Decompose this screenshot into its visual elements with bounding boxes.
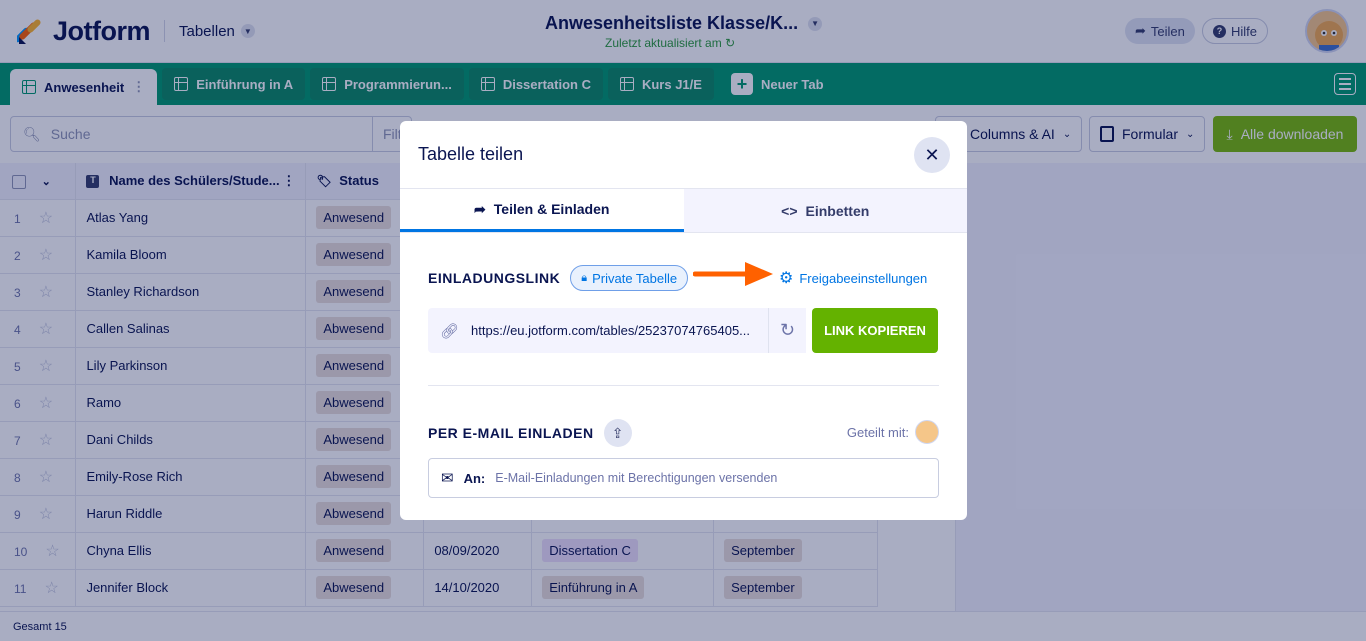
link-icon: 🔗︎: [440, 322, 460, 340]
upload-icon[interactable]: ⇪: [603, 419, 632, 447]
share-settings-link[interactable]: ⚙ Freigabeeinstellungen: [779, 268, 927, 288]
app-root: Jotform Tabellen ▼ Anwesenheitsliste Kla…: [0, 0, 1366, 641]
shared-user-avatar[interactable]: [915, 420, 939, 444]
divider: [428, 385, 939, 386]
share-arrow-icon: ➦: [474, 200, 486, 217]
email-placeholder: E-Mail-Einladungen mit Berechtigungen ve…: [495, 471, 778, 485]
modal-title: Tabelle teilen: [418, 144, 524, 164]
code-icon: <>: [781, 202, 798, 219]
share-table-modal: Tabelle teilen ✕ ➦ Teilen & Einladen <> …: [400, 121, 967, 520]
email-to-label: An:: [463, 470, 486, 486]
tab-embed[interactable]: <> Einbetten: [683, 189, 967, 232]
copy-link-label: LINK KOPIEREN: [824, 323, 926, 338]
invite-link-label: EINLADUNGSLINK: [428, 270, 561, 286]
email-invite-field[interactable]: ✉ An: E-Mail-Einladungen mit Berechtigun…: [428, 458, 939, 498]
shared-with-label: Geteilt mit:: [846, 424, 909, 440]
private-table-badge[interactable]: 🔒︎ Private Tabelle: [570, 265, 689, 291]
copy-link-button[interactable]: LINK KOPIEREN: [812, 308, 938, 353]
modal-tabs: ➦ Teilen & Einladen <> Einbetten: [400, 189, 967, 233]
shared-with: Geteilt mit:: [847, 420, 939, 444]
modal-header: Tabelle teilen: [400, 121, 967, 189]
modal-body: EINLADUNGSLINK 🔒︎ Private Tabelle ⚙ Frei…: [400, 233, 967, 498]
tab-share-invite[interactable]: ➦ Teilen & Einladen: [400, 189, 684, 232]
share-link-field[interactable]: 🔗︎ https://eu.jotform.com/tables/2523707…: [428, 308, 768, 353]
refresh-link-icon[interactable]: ↻: [768, 308, 806, 353]
link-row: 🔗︎ https://eu.jotform.com/tables/2523707…: [428, 308, 939, 353]
mail-icon: ✉: [441, 470, 454, 487]
close-icon[interactable]: ✕: [914, 137, 950, 173]
share-settings-label: Freigabeeinstellungen: [799, 270, 928, 286]
email-invite-row: PER E-MAIL EINLADEN ⇪ Geteilt mit:: [428, 418, 939, 448]
private-badge-label: Private Tabelle: [592, 270, 678, 286]
tab-embed-label: Einbetten: [805, 202, 870, 219]
email-invite-label: PER E-MAIL EINLADEN: [428, 425, 594, 441]
tab-share-label: Teilen & Einladen: [493, 201, 610, 217]
lock-icon: 🔒︎: [581, 271, 588, 284]
gear-icon: ⚙: [779, 270, 794, 287]
share-link-url: https://eu.jotform.com/tables/2523707476…: [471, 323, 751, 338]
orange-arrow-annotation: [693, 262, 773, 286]
